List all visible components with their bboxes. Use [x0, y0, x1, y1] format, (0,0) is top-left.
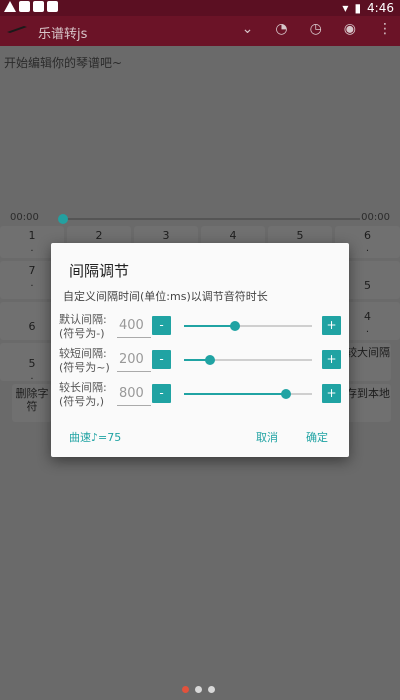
speed-icon[interactable]: ◔: [275, 21, 287, 37]
status-indicators: ▾ ▮ 4:46: [342, 1, 394, 15]
status-bar: ▾ ▮ 4:46: [0, 0, 400, 16]
increase-button[interactable]: +: [322, 350, 341, 369]
notification-icon: [47, 1, 58, 12]
chevron-down-icon[interactable]: ⌄: [242, 21, 254, 37]
more-vert-icon[interactable]: ⋮: [378, 21, 392, 37]
app-toolbar: 乐谱转js ⌄ ◔ ◷ ◉ ⋮: [0, 16, 400, 46]
timeline-track[interactable]: [62, 218, 360, 220]
timeline-thumb[interactable]: [58, 214, 68, 224]
battery-icon: ▮: [354, 1, 362, 15]
long-interval-input[interactable]: 800: [117, 386, 151, 406]
page-dot[interactable]: [195, 686, 202, 693]
default-interval-row: 默认间隔: (符号为-) 400 - +: [59, 313, 345, 341]
short-interval-row: 较短间隔: (符号为~) 200 - +: [59, 347, 345, 375]
long-interval-row: 较长间隔: (符号为,) 800 - +: [59, 381, 345, 409]
warning-icon: [4, 1, 16, 12]
notification-icon: [19, 1, 30, 12]
slider-fill: [184, 325, 236, 327]
slider-thumb[interactable]: [230, 321, 241, 331]
decrease-button[interactable]: -: [152, 316, 171, 335]
increase-button[interactable]: +: [322, 384, 341, 403]
decrease-button[interactable]: -: [152, 350, 171, 369]
interval-dialog: 间隔调节 自定义间隔时间(单位:ms)以调节音符时长 默认间隔: (符号为-) 4…: [51, 243, 349, 457]
save-local-button[interactable]: 存到本地: [345, 384, 391, 422]
ok-button[interactable]: 确定: [306, 429, 328, 445]
slider-thumb[interactable]: [204, 355, 215, 365]
editor-hint[interactable]: 开始编辑你的琴谱吧~: [4, 54, 122, 71]
page-indicator: [182, 686, 215, 693]
notification-icon: [33, 1, 44, 12]
dialog-description: 自定义间隔时间(单位:ms)以调节音符时长: [63, 290, 268, 303]
status-notifications: [4, 1, 58, 12]
row-label: 默认间隔: (符号为-): [59, 313, 107, 340]
status-time: 4:46: [367, 1, 394, 15]
long-interval-slider[interactable]: [184, 389, 312, 399]
dialog-title: 间隔调节: [69, 262, 130, 280]
time-total: 00:00: [361, 212, 390, 223]
row-label: 较长间隔: (符号为,): [59, 381, 107, 408]
slider-thumb[interactable]: [281, 389, 292, 399]
default-interval-input[interactable]: 400: [117, 318, 151, 338]
decrease-button[interactable]: -: [152, 384, 171, 403]
increase-button[interactable]: +: [322, 316, 341, 335]
tempo-button[interactable]: 曲速♪=75: [69, 429, 121, 445]
short-interval-input[interactable]: 200: [117, 352, 151, 372]
row-label: 较短间隔: (符号为~): [59, 347, 110, 374]
slider-fill: [184, 393, 287, 395]
compass-icon[interactable]: ◉: [344, 21, 356, 37]
wifi-icon: ▾: [342, 1, 349, 15]
short-interval-slider[interactable]: [184, 355, 312, 365]
larger-interval-button[interactable]: 较大间隔: [345, 343, 391, 381]
app-title: 乐谱转js: [38, 27, 88, 42]
app-logo-icon: [7, 26, 27, 33]
stopwatch-icon[interactable]: ◷: [310, 21, 322, 37]
delete-char-button[interactable]: 删除字符: [12, 384, 52, 422]
cancel-button[interactable]: 取消: [256, 429, 278, 445]
page-dot[interactable]: [208, 686, 215, 693]
page-dot[interactable]: [182, 686, 189, 693]
time-current: 00:00: [10, 212, 39, 223]
default-interval-slider[interactable]: [184, 321, 312, 331]
